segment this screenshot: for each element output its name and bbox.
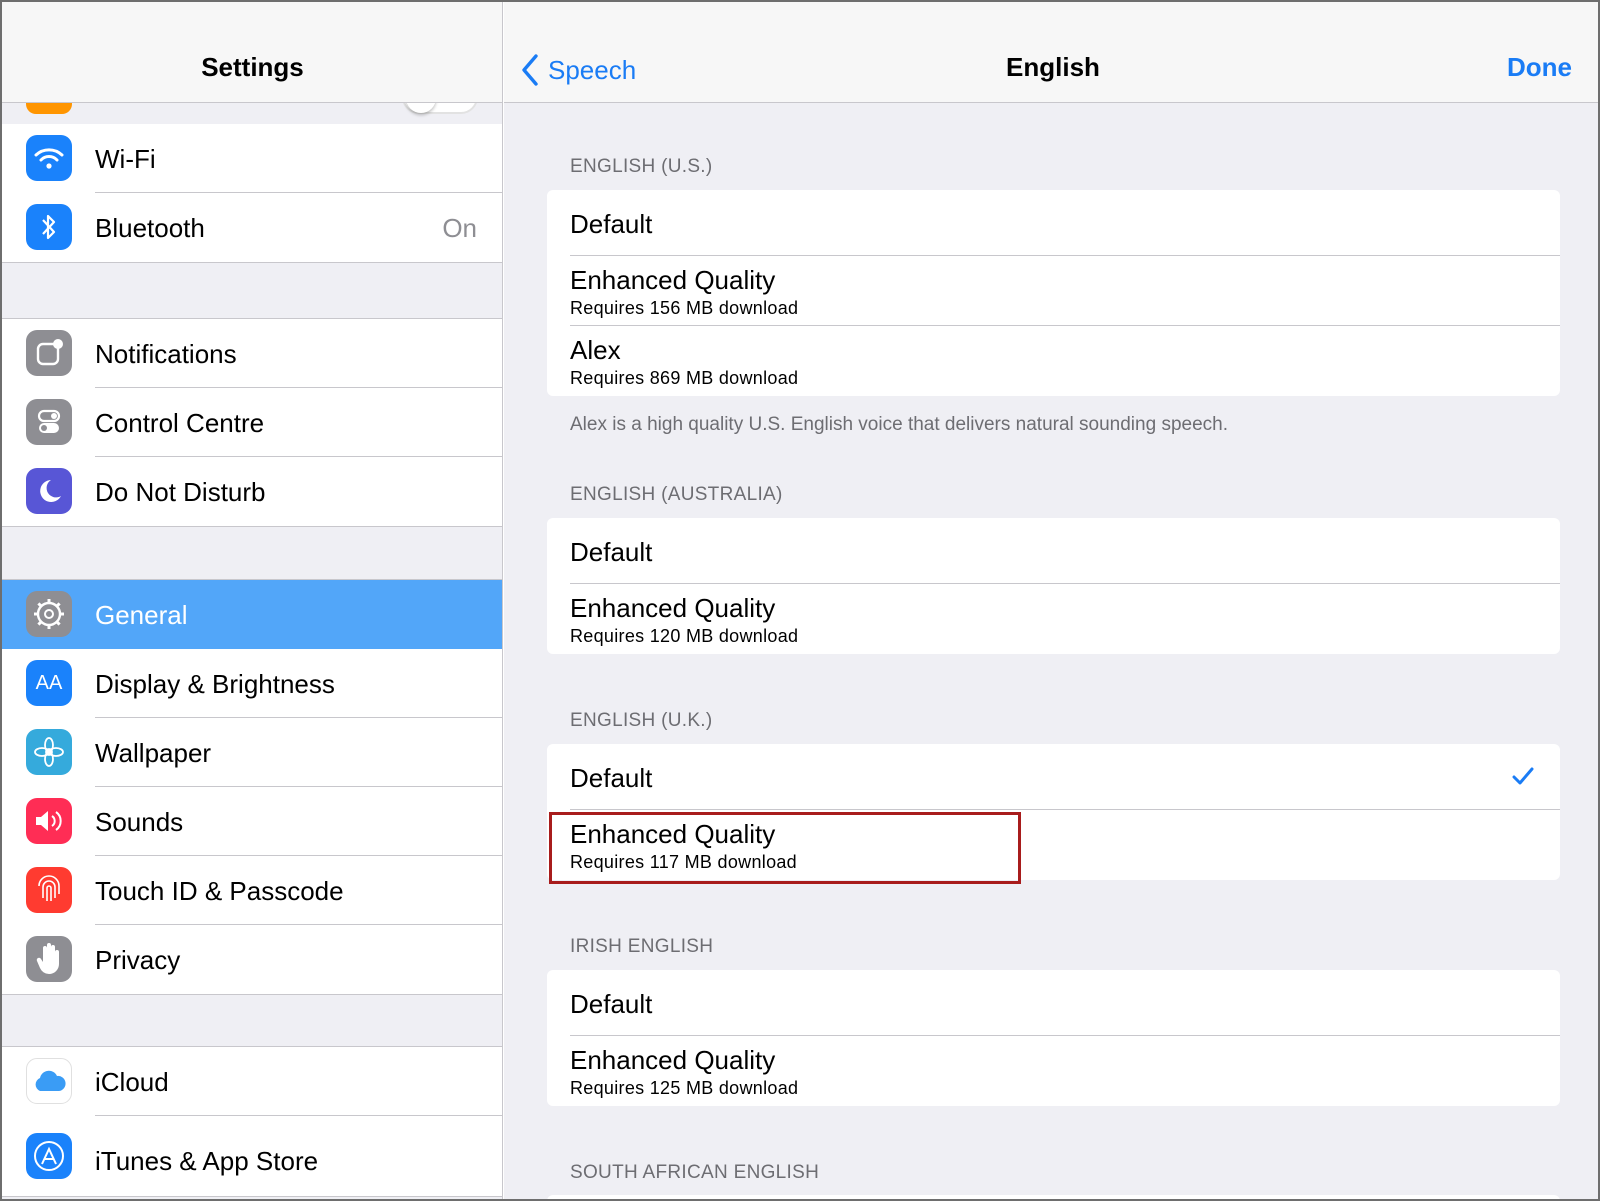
text-size-icon: AA <box>26 660 72 706</box>
voice-option-enhanced-quality[interactable]: Enhanced Quality Requires 120 MB downloa… <box>547 584 1560 654</box>
sidebar-item-label: Wi-Fi <box>95 144 156 174</box>
sidebar-item-label: Touch ID & Passcode <box>95 876 344 906</box>
screen-frame: Settings Wi-Fi Bluetooth On Notification… <box>0 0 1600 1201</box>
voice-option-label: Default <box>570 209 653 239</box>
hand-icon <box>26 936 72 982</box>
voice-option-default[interactable]: Default <box>547 970 1560 1036</box>
text-size-glyph: AA <box>35 671 63 694</box>
section-header-south-african-english: SOUTH AFRICAN ENGLISH <box>570 1162 820 1183</box>
sidebar-item-itunes-app-store[interactable]: iTunes & App Store <box>2 1116 502 1196</box>
sidebar-item-label: Control Centre <box>95 408 265 438</box>
voice-group-english-us: Default Enhanced Quality Requires 156 MB… <box>547 190 1560 396</box>
voice-option-enhanced-quality[interactable]: Enhanced Quality Requires 125 MB downloa… <box>547 1036 1560 1106</box>
sidebar-item-wallpaper[interactable]: Wallpaper <box>2 718 502 787</box>
notifications-icon <box>26 330 72 376</box>
voice-option-label: Enhanced Quality <box>570 1045 776 1075</box>
sidebar-item-label: iTunes & App Store <box>95 1146 319 1176</box>
sidebar-item-icloud[interactable]: iCloud <box>2 1047 502 1116</box>
settings-sidebar: Settings Wi-Fi Bluetooth On Notification… <box>2 2 503 1199</box>
control-centre-icon <box>26 399 72 445</box>
section-header-english-us: ENGLISH (U.S.) <box>570 156 713 177</box>
sidebar-item-notifications[interactable]: Notifications <box>2 319 502 388</box>
speaker-icon <box>26 798 72 844</box>
voice-download-size: Requires 120 MB download <box>570 626 799 646</box>
sidebar-item-label: Sounds <box>95 807 184 837</box>
gear-icon <box>26 591 72 637</box>
sidebar-item-label: General <box>95 600 188 630</box>
moon-icon <box>26 468 72 514</box>
settings-group-accounts: iCloud iTunes & App Store <box>2 1046 502 1197</box>
voice-group-irish-english: Default Enhanced Quality Requires 125 MB… <box>547 970 1560 1106</box>
sidebar-item-label: Notifications <box>95 339 237 369</box>
sidebar-item-sounds[interactable]: Sounds <box>2 787 502 856</box>
page-title: English <box>1006 52 1100 82</box>
settings-group-device: General AA Display & Brightness Wallpape… <box>2 579 502 995</box>
voice-option-label: Enhanced Quality <box>570 819 776 849</box>
bluetooth-status-value: On <box>442 213 477 243</box>
voice-option-label: Default <box>570 537 653 567</box>
sidebar-item-display-brightness[interactable]: AA Display & Brightness <box>2 649 502 718</box>
voice-option-label: Default <box>570 989 653 1019</box>
sidebar-item-label: Wallpaper <box>95 738 212 768</box>
sidebar-item-label: Do Not Disturb <box>95 477 266 507</box>
flower-icon <box>26 729 72 775</box>
fingerprint-icon <box>26 867 72 913</box>
voice-group-english-australia: Default Enhanced Quality Requires 120 MB… <box>547 518 1560 654</box>
voice-option-label: Enhanced Quality <box>570 593 776 623</box>
voice-option-label: Default <box>570 763 653 793</box>
settings-group-connectivity: Wi-Fi Bluetooth On <box>2 124 502 263</box>
done-button[interactable]: Done <box>1507 52 1572 83</box>
sidebar-item-label: Display & Brightness <box>95 669 335 699</box>
voice-download-size: Requires 869 MB download <box>570 368 799 388</box>
section-header-irish-english: IRISH ENGLISH <box>570 936 714 957</box>
sidebar-item-privacy[interactable]: Privacy <box>2 925 502 994</box>
voice-download-size: Requires 125 MB download <box>570 1078 799 1098</box>
section-header-english-australia: ENGLISH (AUSTRALIA) <box>570 484 783 505</box>
voice-download-size: Requires 156 MB download <box>570 298 799 318</box>
sidebar-item-label: iCloud <box>95 1067 169 1097</box>
section-header-english-uk: ENGLISH (U.K.) <box>570 710 713 731</box>
bluetooth-icon <box>26 204 72 250</box>
wifi-icon <box>26 135 72 181</box>
voice-option-default-selected[interactable]: Default <box>547 744 1560 810</box>
icloud-icon <box>26 1058 72 1104</box>
english-voices-pane: Speech English Done ENGLISH (U.S.) Defau… <box>504 2 1598 1199</box>
voice-option-label: Alex <box>570 335 621 365</box>
navigation-bar: Speech English Done <box>504 2 1598 103</box>
sidebar-item-bluetooth[interactable]: Bluetooth On <box>2 193 502 262</box>
sidebar-item-label: Privacy <box>95 945 181 975</box>
section-footnote-alex: Alex is a high quality U.S. English voic… <box>570 414 1228 435</box>
voice-download-size: Requires 117 MB download <box>570 852 797 872</box>
voice-option-enhanced-quality[interactable]: Enhanced Quality Requires 117 MB downloa… <box>547 810 1560 880</box>
voice-option-alex[interactable]: Alex Requires 869 MB download <box>547 326 1560 396</box>
sidebar-title: Settings <box>201 52 304 82</box>
sidebar-header: Settings <box>2 2 502 103</box>
voice-group-south-african-english <box>547 1195 1560 1199</box>
sidebar-item-control-centre[interactable]: Control Centre <box>2 388 502 457</box>
voice-group-english-uk: Default Enhanced Quality Requires 117 MB… <box>547 744 1560 880</box>
sidebar-item-wifi[interactable]: Wi-Fi <box>2 124 502 193</box>
voice-option-enhanced-quality[interactable]: Enhanced Quality Requires 156 MB downloa… <box>547 256 1560 326</box>
sidebar-item-touch-id[interactable]: Touch ID & Passcode <box>2 856 502 925</box>
app-store-icon <box>26 1133 72 1179</box>
checkmark-icon <box>1512 767 1534 785</box>
voice-option-default[interactable]: Default <box>547 190 1560 256</box>
settings-group-alerts: Notifications Control Centre Do Not Dist… <box>2 318 502 527</box>
voice-option-label: Enhanced Quality <box>570 265 776 295</box>
voice-option-default[interactable]: Default <box>547 518 1560 584</box>
sidebar-item-label: Bluetooth <box>95 213 205 243</box>
sidebar-item-general[interactable]: General <box>2 580 502 649</box>
sidebar-item-do-not-disturb[interactable]: Do Not Disturb <box>2 457 502 526</box>
